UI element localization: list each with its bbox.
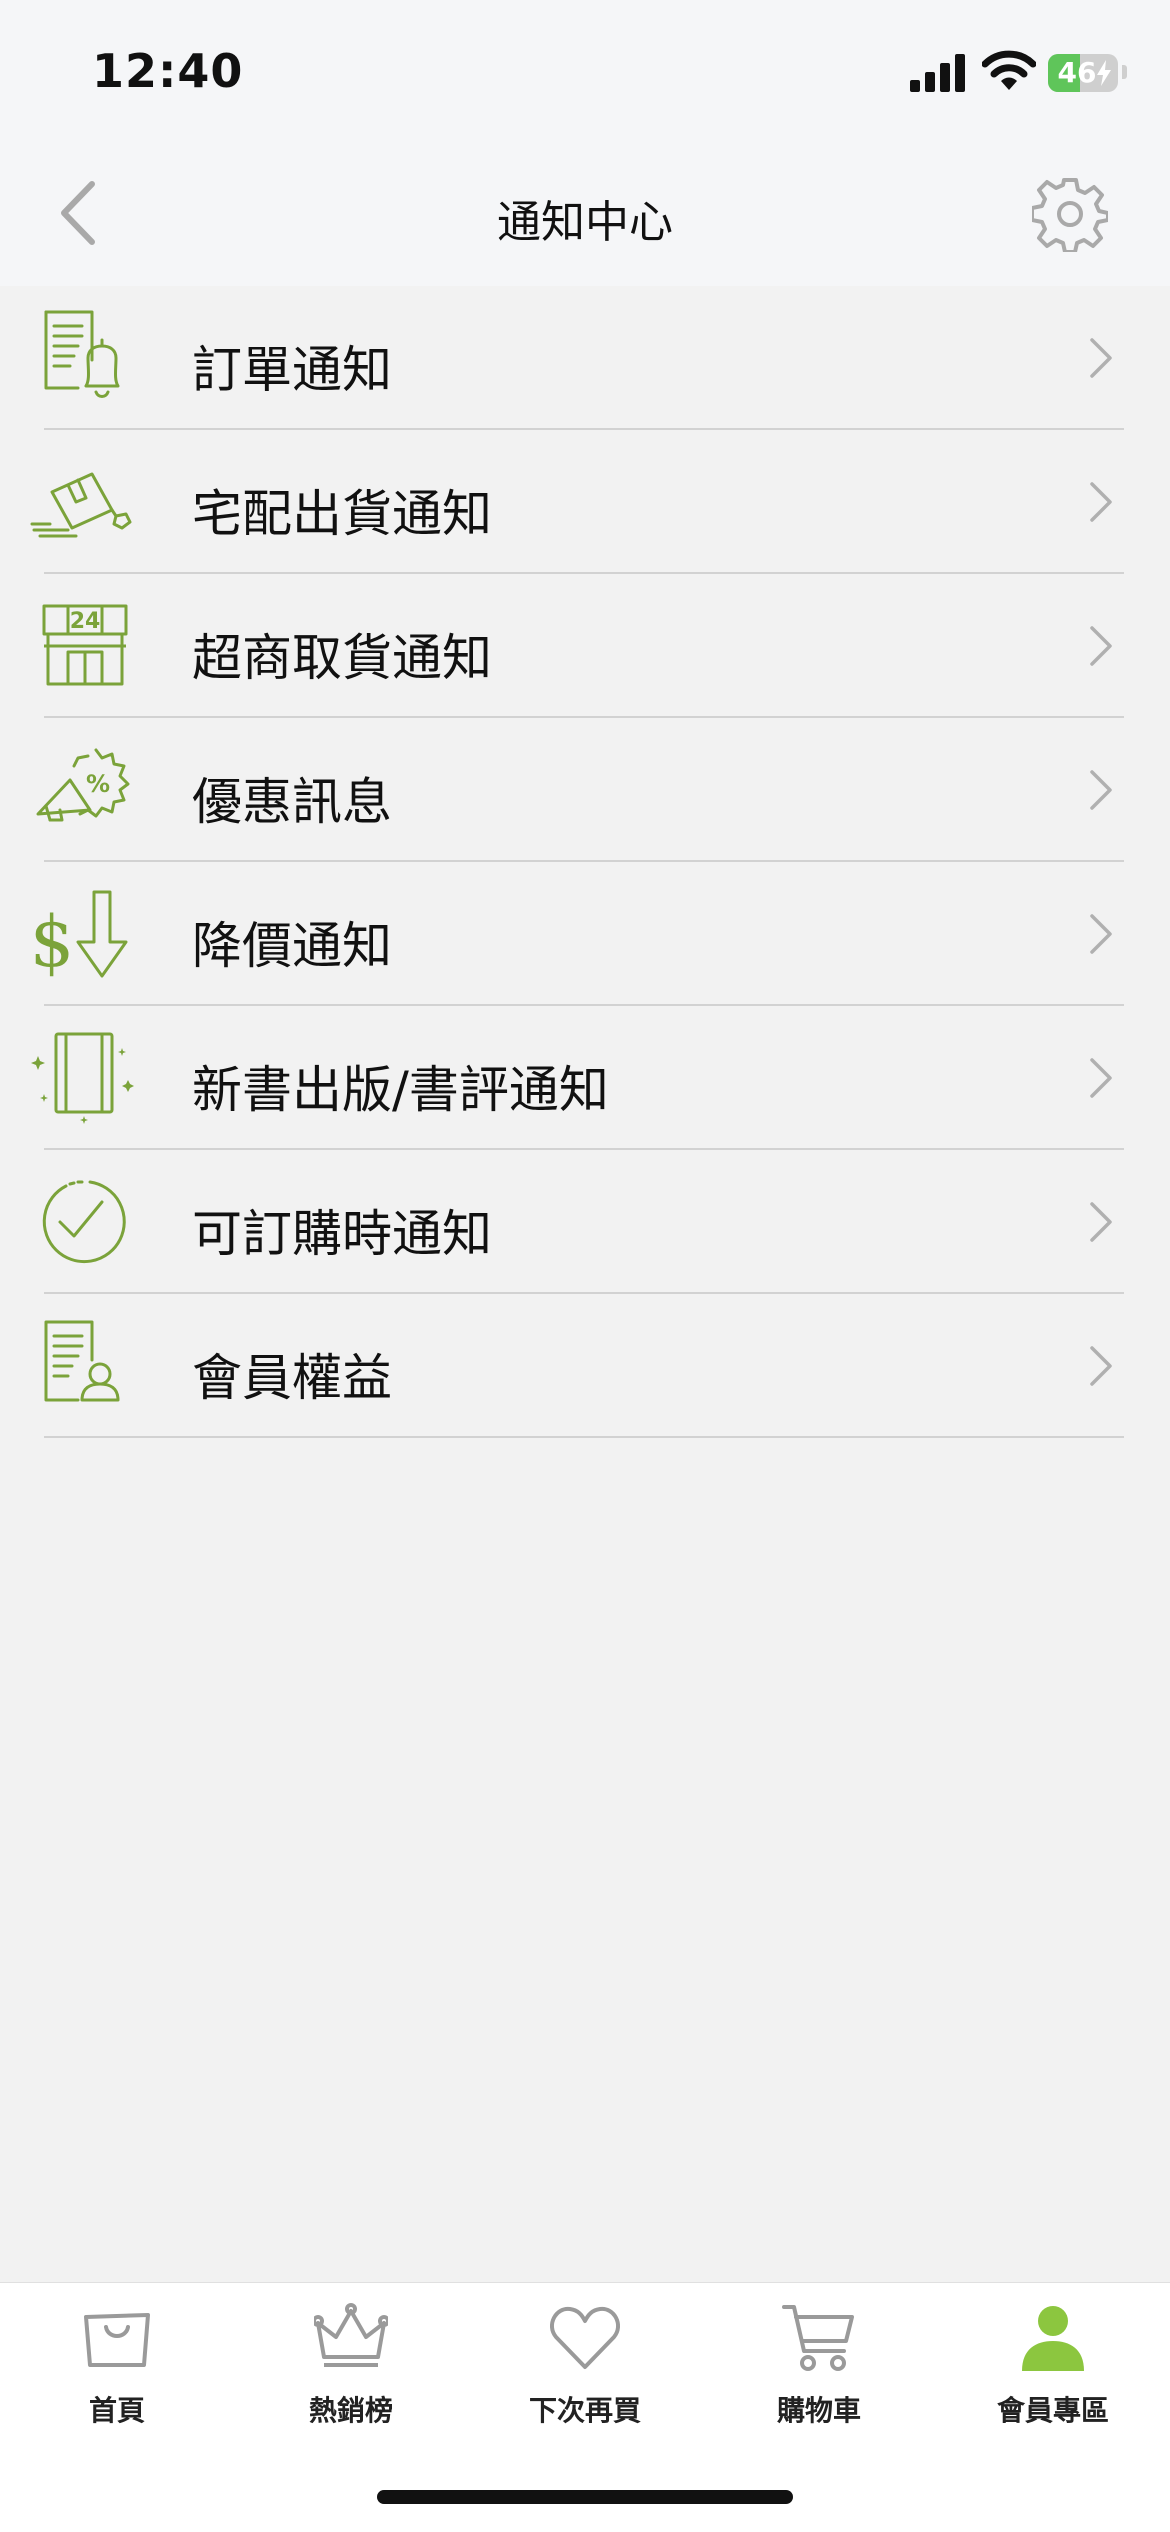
svg-text:$: $ [30, 901, 74, 983]
tab-home[interactable]: 首頁 [0, 2283, 234, 2443]
item-label: 可訂購時通知 [192, 1205, 492, 1263]
page-title: 通知中心 [497, 197, 673, 248]
new-book-icon [31, 1032, 134, 1124]
delivery-box-icon [30, 472, 132, 538]
tab-bestsellers[interactable]: 熱銷榜 [234, 2283, 468, 2443]
item-label: 宅配出貨通知 [192, 485, 492, 543]
tab-buy-later[interactable]: 下次再買 [468, 2283, 702, 2443]
battery-charging-icon: 46 [1048, 54, 1118, 92]
convenience-store-24-icon: 24 [42, 604, 128, 686]
item-label: 會員權益 [192, 1349, 392, 1407]
list-item-available-notification[interactable]: 可訂購時通知 [0, 1150, 1170, 1294]
battery-tip [1122, 65, 1127, 79]
tab-label: 熱銷榜 [308, 2394, 393, 2427]
price-drop-icon: $ [30, 890, 128, 983]
item-label: 新書出版/書評通知 [192, 1061, 609, 1119]
item-label: 訂單通知 [192, 341, 392, 399]
svg-text:24: 24 [70, 609, 101, 634]
order-bell-icon [44, 310, 120, 398]
list-item-store-pickup-notification[interactable]: 24 超商取貨通知 [0, 574, 1170, 718]
item-label: 超商取貨通知 [192, 629, 492, 687]
chevron-right-icon [1090, 338, 1112, 378]
wifi-icon [982, 50, 1036, 90]
tab-label: 下次再買 [528, 2394, 641, 2427]
chevron-right-icon [1090, 770, 1112, 810]
item-label: 降價通知 [192, 917, 392, 975]
tab-label: 首頁 [88, 2394, 145, 2427]
crown-icon [314, 2303, 388, 2367]
tab-label: 購物車 [776, 2394, 861, 2427]
person-icon [1022, 2306, 1084, 2371]
status-bar: 12:40 46 [0, 0, 1170, 140]
tab-cart[interactable]: 購物車 [702, 2283, 936, 2443]
chevron-right-icon [1090, 626, 1112, 666]
chevron-right-icon [1090, 914, 1112, 954]
list-item-promo-notification[interactable]: % 優惠訊息 [0, 718, 1170, 862]
member-document-icon [44, 1320, 120, 1402]
svg-text:%: % [86, 770, 110, 798]
list-item-delivery-notification[interactable]: 宅配出貨通知 [0, 430, 1170, 574]
notification-list: 訂單通知 宅配出貨通知 24 超商取貨通知 % 優惠訊息 $ 降價通知 新書出版… [0, 286, 1170, 1438]
heart-icon [550, 2306, 620, 2369]
chevron-right-icon [1090, 1346, 1112, 1386]
chevron-right-icon [1090, 482, 1112, 522]
chevron-right-icon [1090, 1202, 1112, 1242]
item-label: 優惠訊息 [192, 773, 392, 831]
promo-megaphone-icon: % [36, 748, 130, 822]
chevron-right-icon [1090, 1058, 1112, 1098]
nav-bar: 通知中心 [0, 140, 1170, 286]
cellular-signal-icon [910, 54, 965, 92]
list-item-order-notification[interactable]: 訂單通知 [0, 286, 1170, 430]
tab-label: 會員專區 [996, 2394, 1109, 2427]
gear-icon[interactable] [1032, 176, 1108, 252]
check-circle-icon [42, 1180, 126, 1264]
list-item-member-benefits[interactable]: 會員權益 [0, 1294, 1170, 1438]
cart-icon [782, 2305, 854, 2371]
divider [44, 1436, 1124, 1438]
tab-member[interactable]: 會員專區 [936, 2283, 1170, 2443]
shopping-bag-icon [84, 2313, 150, 2367]
list-item-new-book-notification[interactable]: 新書出版/書評通知 [0, 1006, 1170, 1150]
home-indicator [377, 2490, 793, 2504]
list-item-price-drop-notification[interactable]: $ 降價通知 [0, 862, 1170, 1006]
status-time: 12:40 [92, 44, 244, 98]
